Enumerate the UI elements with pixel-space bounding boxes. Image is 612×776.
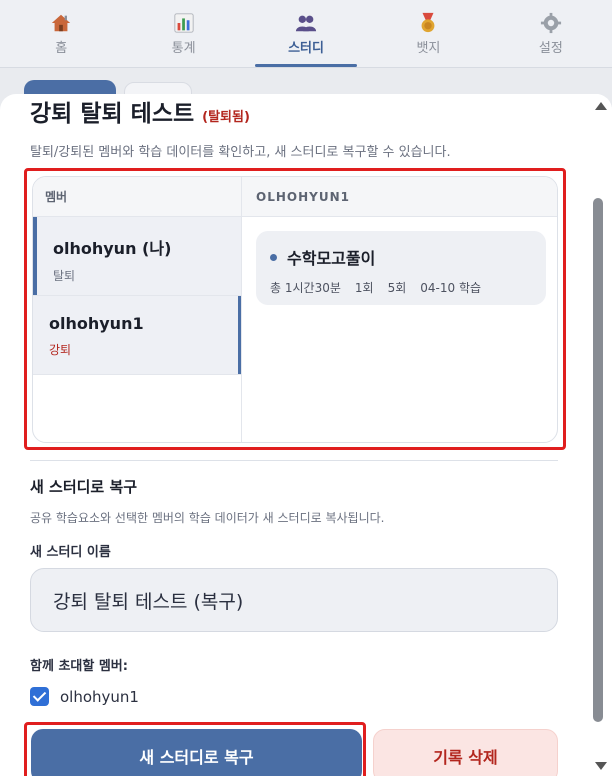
scrollbar-thumb[interactable]: [593, 198, 603, 722]
scroll-down-arrow-icon[interactable]: [595, 762, 607, 770]
scrollbar[interactable]: [588, 94, 612, 776]
modal-title: 강퇴 탈퇴 테스트 (탈퇴됨): [30, 94, 250, 128]
invite-members-label: 함께 초대할 멤버:: [30, 659, 128, 674]
restore-section-title: 새 스터디로 복구: [30, 478, 138, 496]
medal-icon: [422, 12, 435, 32]
restore-modal: 강퇴 탈퇴 테스트 (탈퇴됨) 탈퇴/강퇴된 멤버와 학습 데이터를 확인하고,…: [0, 94, 612, 776]
restore-study-button[interactable]: 새 스터디로 복구: [31, 729, 362, 776]
top-navigation: 홈 통계 스터디 뱃지 설정: [0, 0, 612, 68]
invite-member-row[interactable]: olhohyun1: [30, 687, 139, 706]
record-count2: 5회: [387, 281, 407, 295]
modal-description: 탈퇴/강퇴된 멤버와 학습 데이터를 확인하고, 새 스터디로 복구할 수 있습…: [30, 145, 451, 160]
member-name: olhohyun1: [49, 314, 144, 333]
study-record-card: 수학모고풀이 총 1시간30분 1회 5회 04-10 학습: [256, 231, 546, 305]
record-title: 수학모고풀이: [287, 249, 376, 268]
member-item-selected[interactable]: olhohyun1 강퇴: [33, 296, 241, 375]
member-records: OLHOHYUN1 수학모고풀이 총 1시간30분 1회 5회 04-10 학습: [242, 177, 557, 442]
modal-title-text: 강퇴 탈퇴 테스트: [30, 101, 195, 127]
people-icon: [295, 15, 317, 31]
record-date: 04-10 학습: [420, 281, 482, 295]
record-total: 총 1시간30분: [270, 281, 341, 295]
tab-stats[interactable]: 통계: [122, 0, 244, 67]
section-divider: [30, 460, 558, 461]
restore-section-description: 공유 학습요소와 선택한 멤버의 학습 데이터가 새 스터디로 복사됩니다.: [30, 511, 385, 525]
tab-study-label: 스터디: [288, 40, 324, 56]
members-panel: 멤버 olhohyun (나) 탈퇴 olhohyun1 강퇴 OLHOHYUN…: [32, 176, 558, 443]
tab-home[interactable]: 홈: [0, 0, 122, 67]
bar-chart-icon: [173, 12, 194, 33]
tab-badges[interactable]: 뱃지: [367, 0, 489, 67]
scroll-up-arrow-icon[interactable]: [595, 102, 607, 110]
record-meta: 총 1시간30분 1회 5회 04-10 학습: [270, 279, 532, 296]
record-count1: 1회: [354, 281, 374, 295]
invite-member-checkbox[interactable]: [30, 687, 49, 706]
tab-stats-label: 통계: [171, 40, 196, 56]
member-item[interactable]: olhohyun (나) 탈퇴: [33, 217, 241, 296]
tab-study[interactable]: 스터디: [245, 0, 367, 67]
delete-records-button[interactable]: 기록 삭제: [373, 729, 558, 776]
members-list: 멤버 olhohyun (나) 탈퇴 olhohyun1 강퇴: [33, 177, 242, 442]
tab-home-label: 홈: [55, 40, 68, 56]
home-icon: [52, 14, 71, 31]
new-study-name-label: 새 스터디 이름: [30, 545, 111, 560]
member-name: olhohyun (나): [53, 239, 172, 258]
tab-badges-label: 뱃지: [416, 40, 441, 56]
new-study-name-input[interactable]: [30, 568, 558, 632]
withdrawn-badge: (탈퇴됨): [202, 110, 250, 125]
selected-member-header: OLHOHYUN1: [242, 177, 557, 217]
gear-icon: [540, 12, 561, 33]
member-status: 강퇴: [49, 343, 72, 357]
invite-member-name: olhohyun1: [60, 687, 139, 706]
tab-settings-label: 설정: [538, 40, 563, 56]
tab-settings[interactable]: 설정: [490, 0, 612, 67]
members-header: 멤버: [33, 177, 241, 217]
bullet-dot-icon: [270, 253, 277, 261]
member-status: 탈퇴: [53, 269, 76, 283]
